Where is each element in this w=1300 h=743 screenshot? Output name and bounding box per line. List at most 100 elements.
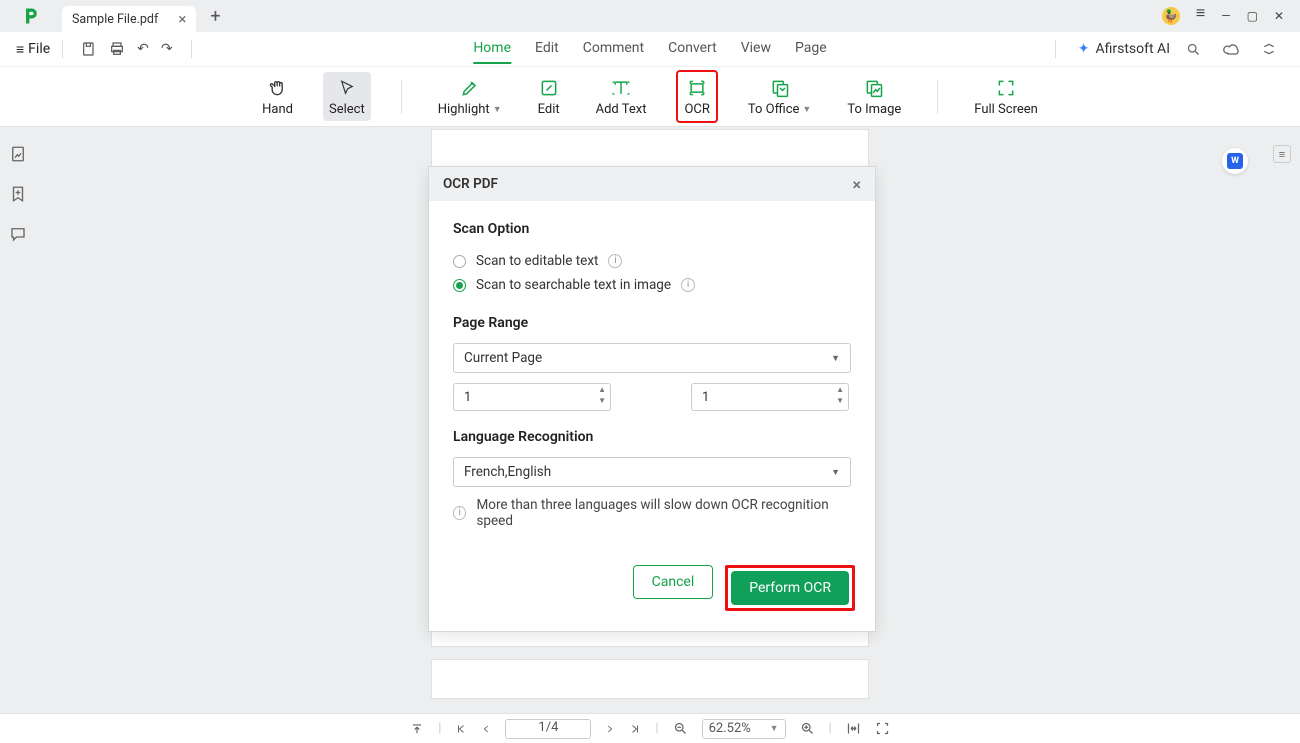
search-icon[interactable]	[1180, 42, 1207, 57]
input-value: 1	[464, 390, 471, 405]
avatar[interactable]: 🦆	[1162, 7, 1180, 25]
tab-comment[interactable]: Comment	[583, 34, 644, 64]
chevron-down-icon: ▼	[831, 353, 840, 364]
radio-scan-searchable[interactable]: Scan to searchable text in image i	[453, 273, 851, 297]
fit-width-icon[interactable]	[846, 721, 861, 736]
tab-page[interactable]: Page	[795, 34, 827, 64]
tool-to-office[interactable]: To Office ▼	[742, 72, 817, 121]
collapse-icon[interactable]	[1256, 42, 1282, 56]
tool-label: Select	[329, 102, 365, 117]
properties-panel-icon[interactable]	[1273, 145, 1291, 163]
tool-hand[interactable]: Hand	[256, 72, 299, 121]
zoom-out-icon[interactable]	[673, 721, 688, 736]
ai-label: Afirstsoft AI	[1095, 41, 1170, 57]
last-page-icon[interactable]	[629, 723, 641, 735]
zoom-input[interactable]: 62.52% ▼	[702, 719, 786, 739]
bookmark-add-icon[interactable]	[9, 185, 27, 203]
chevron-down-icon: ▼	[770, 723, 779, 734]
radio-icon	[453, 279, 466, 292]
tab-convert[interactable]: Convert	[668, 34, 717, 64]
next-page-icon[interactable]	[605, 723, 615, 735]
hint-text: More than three languages will slow down…	[476, 497, 851, 529]
window-close-icon[interactable]: ✕	[1274, 9, 1284, 23]
highlight-icon	[460, 76, 480, 100]
tab-home[interactable]: Home	[473, 34, 511, 64]
info-icon[interactable]: i	[681, 278, 695, 292]
select-value: French,English	[464, 464, 551, 480]
ocr-dialog: OCR PDF × Scan Option Scan to editable t…	[428, 166, 876, 632]
comment-icon[interactable]	[9, 225, 27, 243]
tool-select[interactable]: Select	[323, 72, 371, 121]
pdf-page-next[interactable]	[431, 659, 869, 699]
zoom-value: 62.52%	[709, 721, 751, 736]
tab-edit[interactable]: Edit	[535, 34, 559, 64]
chevron-down-icon: ▼	[493, 104, 502, 115]
prev-page-icon[interactable]	[481, 723, 491, 735]
tab-sample-file[interactable]: Sample File.pdf ×	[62, 6, 196, 32]
chevron-down-icon: ▼	[831, 467, 840, 478]
spin-down-icon[interactable]: ▼	[598, 397, 606, 405]
tool-label: OCR	[684, 102, 709, 117]
language-select[interactable]: French,English ▼	[453, 457, 851, 487]
tool-label: Edit	[538, 102, 560, 117]
radio-label: Scan to searchable text in image	[476, 277, 671, 293]
tool-full-screen[interactable]: Full Screen	[968, 72, 1044, 121]
word-export-badge[interactable]: W	[1222, 148, 1248, 174]
dialog-close-icon[interactable]: ×	[853, 175, 862, 194]
separator	[191, 40, 192, 58]
tool-label: To Image	[847, 102, 901, 117]
print-icon[interactable]	[103, 41, 131, 57]
redo-icon[interactable]: ↷	[155, 41, 179, 57]
to-image-icon	[864, 76, 884, 100]
tool-highlight[interactable]: Highlight ▼	[432, 72, 508, 121]
tab-close-icon[interactable]: ×	[178, 10, 186, 28]
page-range-select[interactable]: Current Page ▼	[453, 343, 851, 373]
info-icon[interactable]: i	[608, 254, 622, 268]
zoom-in-icon[interactable]	[800, 721, 815, 736]
perform-ocr-button[interactable]: Perform OCR	[731, 571, 849, 605]
tool-ocr[interactable]: OCR	[676, 70, 717, 123]
to-office-icon	[770, 76, 790, 100]
tool-to-image[interactable]: To Image	[841, 72, 907, 121]
tool-label: Add Text	[596, 102, 647, 117]
scroll-top-icon[interactable]	[410, 722, 424, 736]
radio-label: Scan to editable text	[476, 253, 598, 269]
cursor-icon	[338, 76, 356, 100]
cancel-button[interactable]: Cancel	[633, 565, 714, 599]
window-minimize-icon[interactable]: —	[1221, 9, 1230, 23]
fit-page-icon[interactable]	[875, 721, 890, 736]
file-label: File	[28, 41, 50, 57]
window-maximize-icon[interactable]: ▢	[1247, 9, 1258, 23]
ai-button[interactable]: ✦ Afirstsoft AI	[1078, 41, 1170, 57]
select-value: Current Page	[464, 350, 542, 366]
first-page-icon[interactable]	[455, 723, 467, 735]
tool-edit[interactable]: Edit	[532, 72, 566, 121]
tab-view[interactable]: View	[741, 34, 771, 64]
separator	[937, 80, 938, 114]
thumbnails-icon[interactable]	[9, 145, 27, 163]
hamburger-icon: ≡	[16, 41, 24, 58]
separator	[401, 80, 402, 114]
undo-icon[interactable]: ↶	[131, 41, 155, 57]
range-to-input[interactable]: 1 ▲▼	[691, 383, 849, 411]
chevron-down-icon: ▼	[802, 104, 811, 115]
range-from-input[interactable]: 1 ▲ ▼	[453, 383, 611, 411]
spin-up-icon[interactable]: ▲	[598, 386, 606, 394]
ocr-icon	[687, 76, 707, 100]
spin-down-icon[interactable]: ▼	[836, 397, 844, 405]
spin-up-icon[interactable]: ▲	[836, 386, 844, 394]
page-input[interactable]: 1/4	[505, 719, 591, 739]
radio-scan-editable[interactable]: Scan to editable text i	[453, 249, 851, 273]
new-tab-button[interactable]: +	[206, 6, 224, 27]
tool-label: To Office ▼	[748, 102, 811, 117]
tab-label: Sample File.pdf	[72, 12, 158, 27]
file-menu[interactable]: ≡ File	[16, 41, 50, 58]
hamburger-menu-icon[interactable]: ≡	[1196, 9, 1205, 23]
save-icon[interactable]	[75, 41, 103, 57]
add-text-icon	[611, 76, 631, 100]
info-icon: i	[453, 506, 466, 520]
tool-add-text[interactable]: Add Text	[590, 72, 653, 121]
language-label: Language Recognition	[453, 429, 851, 445]
full-screen-icon	[996, 76, 1016, 100]
cloud-icon[interactable]	[1217, 42, 1246, 56]
